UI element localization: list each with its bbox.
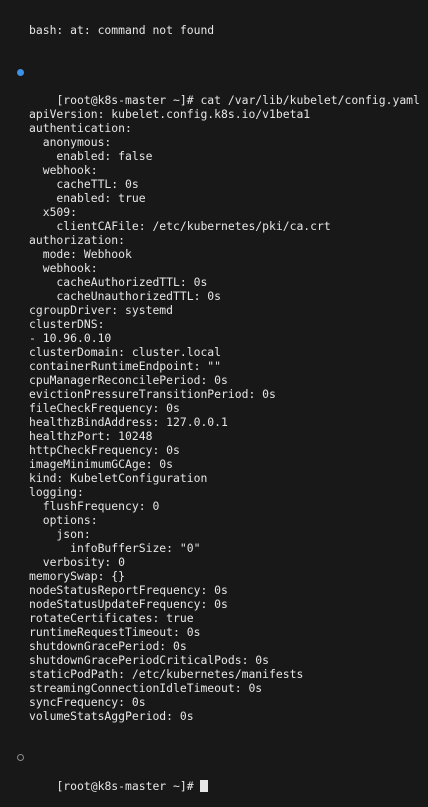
output-line: clientCAFile: /etc/kubernetes/pki/ca.crt [29,219,331,233]
output-line: x509: [29,205,78,219]
output-line: streamingConnectionIdleTimeout: 0s [29,681,263,695]
output-line: clusterDNS: [29,317,105,331]
output-line: authentication: [29,121,132,135]
output-line: apiVersion: kubelet.config.k8s.io/v1beta… [29,107,311,121]
output-line: nodeStatusUpdateFrequency: 0s [29,597,228,611]
output-line: containerRuntimeEndpoint: "" [29,359,222,373]
command-text: [root@k8s-master ~]# cat /var/lib/kubele… [56,93,420,107]
output-line: imageMinimumGCAge: 0s [29,457,174,471]
output-line: webhook: [29,261,98,275]
output-line: cgroupDriver: systemd [29,303,174,317]
output-line: authorization: [29,233,126,247]
output-line: webhook: [29,163,98,177]
output-line: cacheTTL: 0s [29,177,139,191]
output-line: healthzPort: 10248 [29,429,153,443]
output-line: - 10.96.0.10 [29,331,112,345]
output-line: volumeStatsAggPeriod: 0s [29,709,194,723]
output-line: cacheUnauthorizedTTL: 0s [29,289,222,303]
command-status-dot-icon[interactable] [17,69,24,76]
output-line: anonymous: [29,135,112,149]
previous-output-line: bash: at: command not found [29,23,215,37]
prompt-status-dot-icon [17,754,24,761]
config-output: apiVersion: kubelet.config.k8s.io/v1beta… [0,107,428,723]
output-line: nodeStatusReportFrequency: 0s [29,583,228,597]
output-line: shutdownGracePeriod: 0s [29,639,187,653]
output-line: options: [29,513,98,527]
terminal-window: { "colors": { "background": "#181818", "… [0,0,428,793]
output-line: fileCheckFrequency: 0s [29,401,180,415]
output-line: evictionPressureTransitionPeriod: 0s [29,387,276,401]
output-line: rotateCertificates: true [29,611,194,625]
output-line: verbosity: 0 [29,555,126,569]
prompt-text: [root@k8s-master ~]# [56,779,201,793]
output-line: mode: Webhook [29,247,132,261]
output-line: staticPodPath: /etc/kubernetes/manifests [29,667,304,681]
output-line: enabled: true [29,191,146,205]
output-line: httpCheckFrequency: 0s [29,443,180,457]
output-line: flushFrequency: 0 [29,499,160,513]
output-line: kind: KubeletConfiguration [29,471,208,485]
prompt-line[interactable]: [root@k8s-master ~]# [0,751,428,793]
output-line: cpuManagerReconcilePeriod: 0s [29,373,228,387]
output-line: clusterDomain: cluster.local [29,345,222,359]
output-line: syncFrequency: 0s [29,695,146,709]
text-cursor [200,780,209,792]
output-line: cacheAuthorizedTTL: 0s [29,275,208,289]
output-line: logging: [29,485,84,499]
output-line: healthzBindAddress: 127.0.0.1 [29,415,228,429]
output-line: enabled: false [29,149,153,163]
output-line: runtimeRequestTimeout: 0s [29,625,201,639]
output-line: memorySwap: {} [29,569,126,583]
command-line: [root@k8s-master ~]# cat /var/lib/kubele… [0,65,428,107]
output-line: json: [29,527,91,541]
terminal-output[interactable]: bash: at: command not found [root@k8s-ma… [0,0,428,793]
output-line: infoBufferSize: "0" [29,541,201,555]
output-line: shutdownGracePeriodCriticalPods: 0s [29,653,270,667]
